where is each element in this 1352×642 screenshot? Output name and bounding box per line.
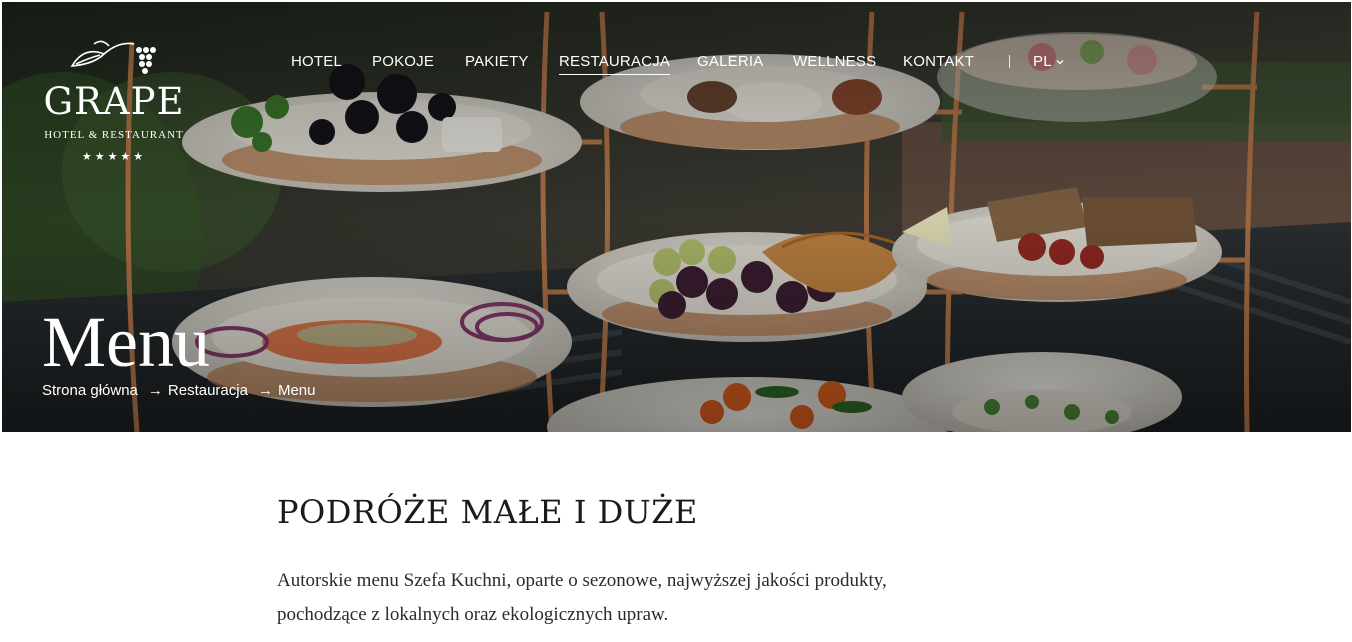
breadcrumb-current: Menu xyxy=(277,382,316,399)
section-paragraph: Autorskie menu Szefa Kuchni, oparte o se… xyxy=(277,564,1037,632)
breadcrumb-arrow-icon: → xyxy=(147,382,163,399)
breadcrumb-arrow-icon: → xyxy=(257,382,273,399)
paragraph-line-2: pochodzące z lokalnych oraz ekologicznyc… xyxy=(277,604,669,625)
nav-divider xyxy=(1009,55,1010,68)
nav-item-galeria[interactable]: GALERIA xyxy=(697,50,763,74)
nav-item-hotel[interactable]: HOTEL xyxy=(291,50,342,74)
breadcrumb: Strona główna → Restauracja → Menu xyxy=(42,381,315,401)
chevron-down-icon xyxy=(1056,60,1064,65)
hero-banner: GRAPE HOTEL & RESTAURANT ★★★★★ HOTEL POK… xyxy=(2,2,1351,432)
paragraph-line-1: Autorskie menu Szefa Kuchni, oparte o se… xyxy=(277,570,887,591)
language-label: PL xyxy=(1033,53,1052,70)
logo-wordmark: GRAPE xyxy=(43,80,185,123)
logo-subtitle: HOTEL & RESTAURANT xyxy=(44,129,184,141)
nav-item-wellness[interactable]: WELLNESS xyxy=(793,50,876,74)
nav-item-pokoje[interactable]: POKOJE xyxy=(372,50,434,74)
nav-item-restauracja[interactable]: RESTAURACJA xyxy=(559,50,671,75)
main-nav: HOTEL POKOJE PAKIETY RESTAURACJA GALERIA… xyxy=(2,50,1351,76)
section-heading: PODRÓŻE MAŁE I DUŻE xyxy=(277,493,698,531)
nav-item-pakiety[interactable]: PAKIETY xyxy=(465,50,529,74)
breadcrumb-restauracja[interactable]: Restauracja xyxy=(168,382,248,399)
language-switcher[interactable]: PL xyxy=(1033,50,1065,74)
page-title: Menu xyxy=(42,302,210,382)
logo-stars: ★★★★★ xyxy=(81,151,147,163)
nav-item-kontakt[interactable]: KONTAKT xyxy=(903,50,974,74)
breadcrumb-home[interactable]: Strona główna xyxy=(42,382,138,399)
page: GRAPE HOTEL & RESTAURANT ★★★★★ HOTEL POK… xyxy=(0,0,1352,642)
